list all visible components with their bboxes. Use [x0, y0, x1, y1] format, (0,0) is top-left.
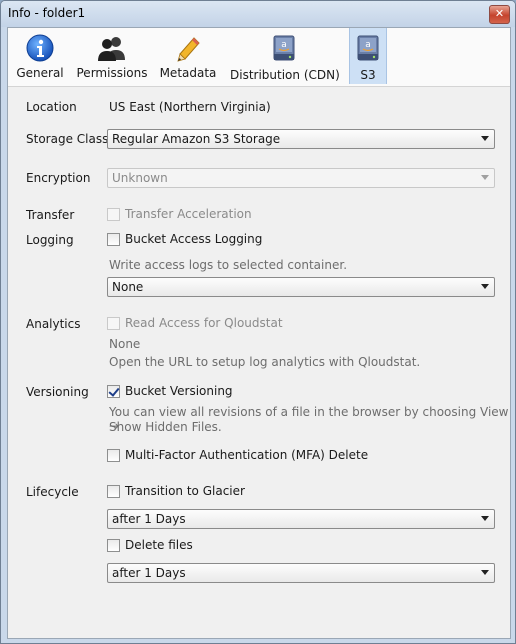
transition-to-glacier-checkbox[interactable] — [107, 485, 120, 498]
logging-container-select[interactable]: None — [107, 277, 495, 297]
mfa-delete-label: Multi-Factor Authentication (MFA) Delete — [125, 448, 369, 462]
bucket-versioning-label: Bucket Versioning — [125, 384, 233, 398]
tab-distribution-cdn[interactable]: a Distribution (CDN) — [230, 28, 340, 84]
transfer-acceleration-checkbox[interactable] — [107, 208, 120, 221]
storage-class-label: Storage Class — [26, 132, 109, 146]
transfer-acceleration-label: Transfer Acceleration — [125, 207, 252, 221]
logging-hint: Write access logs to selected container. — [109, 258, 348, 272]
tab-distribution-cdn-label: Distribution (CDN) — [230, 68, 340, 82]
info-panel: General Permissions Metadata a Distribut… — [7, 27, 511, 639]
versioning-hint-line2: Show Hidden Files. — [109, 420, 222, 434]
bucket-access-logging-checkbox[interactable] — [107, 233, 120, 246]
transition-days-select[interactable]: after 1 Days — [107, 509, 495, 529]
location-label: Location — [26, 100, 77, 114]
encryption-select[interactable]: Unknown — [107, 168, 495, 188]
tab-s3-label: S3 — [360, 68, 376, 82]
analytics-status: None — [109, 337, 141, 351]
info-window: Info - folder1 ✕ General Permissions Met… — [0, 0, 516, 644]
chevron-down-icon — [481, 570, 489, 575]
bucket-versioning-checkbox[interactable] — [107, 385, 120, 398]
tab-metadata[interactable]: Metadata — [158, 28, 218, 84]
chevron-down-icon — [481, 175, 489, 180]
tab-metadata-label: Metadata — [159, 66, 217, 80]
toolbar: General Permissions Metadata a Distribut… — [8, 28, 510, 87]
window-title: Info - folder1 — [8, 6, 86, 20]
info-icon — [26, 34, 54, 62]
chevron-down-icon — [481, 284, 489, 289]
transition-days-value: after 1 Days — [112, 512, 186, 526]
title-bar[interactable]: Info - folder1 ✕ — [1, 1, 515, 27]
storage-class-select[interactable]: Regular Amazon S3 Storage — [107, 129, 495, 149]
svg-text:a: a — [281, 40, 287, 50]
delete-files-checkbox[interactable] — [107, 539, 120, 552]
transition-to-glacier-label: Transition to Glacier — [125, 484, 245, 498]
tab-general-label: General — [16, 66, 64, 80]
qloudstat-checkbox[interactable] — [107, 317, 120, 330]
versioning-label: Versioning — [26, 385, 89, 399]
tab-s3[interactable]: a S3 — [349, 28, 387, 84]
pencil-icon — [177, 37, 200, 62]
logging-container-value: None — [112, 280, 144, 294]
analytics-label: Analytics — [26, 317, 81, 331]
qloudstat-label: Read Access for Qloudstat — [125, 316, 283, 330]
amazon-drive-icon: a — [273, 35, 295, 61]
location-value: US East (Northern Virginia) — [109, 100, 271, 114]
logging-label: Logging — [26, 233, 74, 247]
svg-text:a: a — [365, 40, 371, 50]
encryption-label: Encryption — [26, 171, 91, 185]
tab-permissions[interactable]: Permissions — [76, 28, 148, 84]
close-button[interactable]: ✕ — [489, 5, 510, 24]
chevron-down-icon — [481, 516, 489, 521]
bucket-access-logging-label: Bucket Access Logging — [125, 232, 263, 246]
tab-permissions-label: Permissions — [76, 66, 148, 80]
chevron-down-icon — [481, 136, 489, 141]
users-icon — [98, 37, 125, 61]
encryption-value: Unknown — [112, 171, 168, 185]
mfa-delete-checkbox[interactable] — [107, 449, 120, 462]
storage-class-value: Regular Amazon S3 Storage — [112, 132, 281, 146]
lifecycle-label: Lifecycle — [26, 485, 79, 499]
transfer-label: Transfer — [26, 208, 75, 222]
delete-days-value: after 1 Days — [112, 566, 186, 580]
close-icon: ✕ — [494, 7, 505, 20]
amazon-drive-icon: a — [357, 35, 379, 61]
delete-days-select[interactable]: after 1 Days — [107, 563, 495, 583]
analytics-hint: Open the URL to setup log analytics with… — [109, 355, 421, 369]
delete-files-label: Delete files — [125, 538, 193, 552]
tab-general[interactable]: General — [12, 28, 68, 84]
